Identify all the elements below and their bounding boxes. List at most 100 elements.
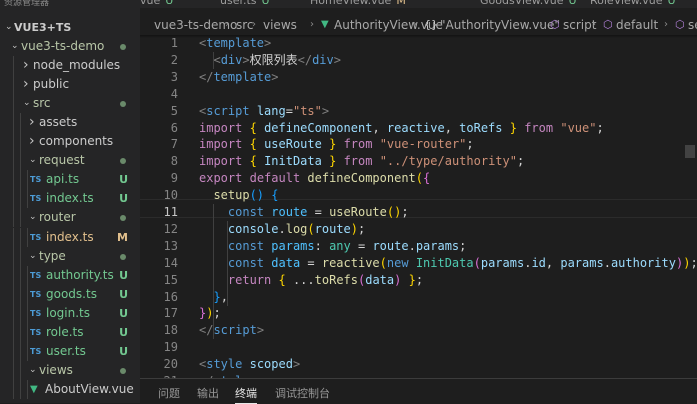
indent-guide [13, 227, 14, 247]
code-line[interactable]: const data = reactive(new InitData(param… [199, 255, 697, 272]
code-line[interactable]: import { defineComponent, reactive, toRe… [199, 120, 604, 137]
code-line[interactable]: const params: any = route.params; [199, 238, 467, 255]
code-token: InitData [415, 255, 474, 270]
tree-item-ts[interactable]: TS authority.ts U [0, 265, 140, 285]
breadcrumb-item[interactable]: setup [688, 15, 697, 35]
git-status-badge: U [119, 192, 128, 206]
code-token: any [329, 238, 351, 253]
tree-item-ts[interactable]: TS goods.ts U [0, 284, 140, 304]
tree-item-label: src [33, 96, 51, 111]
indent-guide [13, 189, 14, 209]
typescript-file-icon: TS [30, 270, 42, 280]
chevron-down-icon: ⌄ [29, 212, 37, 223]
chevron-right-icon: › [23, 57, 29, 74]
line-number: 7 [170, 137, 178, 152]
line-number: 19 [163, 340, 178, 355]
tree-item-folder-closed[interactable]: › public [0, 75, 140, 95]
tab-label: HomeView.vue [310, 0, 392, 7]
tree-item-folder-open[interactable]: ⌄ request [0, 151, 140, 171]
tree-item-ts[interactable]: TS api.ts U [0, 170, 140, 190]
code-editor[interactable]: 123456789101112131415161718192021 <templ… [140, 35, 697, 378]
code-token: > [242, 52, 250, 67]
indent-guide [20, 151, 21, 171]
code-line[interactable]: <div>权限列表</div> [199, 52, 341, 69]
editor-tab[interactable]: vue U [140, 0, 173, 8]
chevron-right-icon: › [413, 19, 417, 30]
tree-item-ts[interactable]: TS index.ts M [0, 227, 140, 247]
tree-item-label: index.ts [46, 191, 94, 206]
vue-file-icon: ▼ [30, 383, 38, 395]
tree-item-ts[interactable]: TS index.ts U [0, 189, 140, 209]
code-token: < [213, 52, 221, 67]
tree-item-ts[interactable]: TS role.ts U [0, 322, 140, 342]
code-token: ( [307, 221, 315, 236]
code-line[interactable]: import { useRoute } from "vue-router"; [199, 136, 474, 153]
tree-item-folder-closed[interactable]: › components [0, 132, 140, 152]
line-number: 13 [163, 238, 178, 253]
code-line[interactable]: export default defineComponent({ [199, 170, 430, 187]
code-token: > [256, 323, 265, 338]
scrollbar-thumb[interactable] [685, 145, 695, 158]
tree-item-folder-closed[interactable]: › node_modules [0, 56, 140, 76]
code-line[interactable]: }); [199, 305, 221, 322]
workspace-header[interactable]: ⌄ VUE3+TS [0, 18, 140, 37]
indent-guide [20, 303, 21, 323]
line-number: 11 [163, 205, 178, 219]
code-line[interactable]: const route = useRoute(); [199, 204, 409, 221]
code-line[interactable]: <style scoped> [199, 356, 300, 373]
panel-tab[interactable]: 终端 [235, 385, 257, 404]
tree-item-folder-open[interactable]: ⌄ type [0, 246, 140, 266]
code-line[interactable]: <script lang="ts"> [199, 103, 329, 120]
typescript-file-icon: TS [30, 327, 42, 337]
line-number: 18 [163, 323, 178, 338]
tree-item-ts[interactable]: TS login.ts U [0, 303, 140, 323]
code-token: ; [690, 255, 697, 270]
indent-guide [20, 170, 21, 190]
tree-item-folder-open[interactable]: ⌄ router [0, 208, 140, 228]
tree-item-label: views [39, 362, 73, 377]
breadcrumb-item[interactable]: src [236, 15, 254, 35]
tree-item-label: user.ts [46, 343, 86, 358]
editor-tab[interactable]: GoodsView.vue U [480, 0, 577, 8]
tree-item-ts[interactable]: TS user.ts U [0, 341, 140, 361]
code-line[interactable]: </template> [199, 69, 278, 86]
tree-item-folder-open[interactable]: ⌄ src [0, 94, 140, 114]
tree-item-folder-closed[interactable]: › assets [0, 113, 140, 133]
code-token: export [199, 171, 243, 186]
git-status-badge: U [119, 344, 128, 358]
git-status-dot [120, 44, 126, 50]
editor-tab[interactable]: user.ts U [220, 0, 270, 8]
breadcrumb-shadow [140, 35, 697, 38]
tab-status-badge: U [568, 0, 577, 7]
workspace-title: VUE3+TS [14, 21, 72, 34]
panel-tab[interactable]: 输出 [197, 385, 219, 401]
panel-tab[interactable]: 调试控制台 [275, 385, 330, 401]
panel-tab[interactable]: 问题 [158, 385, 180, 401]
git-status-dot [120, 367, 126, 374]
tree-item-label: components [39, 134, 114, 149]
code-token: > [264, 36, 272, 50]
editor-tab[interactable]: HomeView.vue M [310, 0, 406, 8]
indent-guide [20, 189, 21, 209]
indent-guide [27, 341, 28, 361]
code-line[interactable]: return { ...toRefs(data) }; [199, 272, 423, 289]
editor-tab[interactable]: RoleView.vue U [590, 0, 676, 8]
tree-item-folder-open[interactable]: ⌄ vue3-ts-demo [0, 37, 140, 56]
line-number: 20 [163, 357, 178, 372]
tab-label: RoleView.vue [590, 0, 663, 7]
breadcrumb-item[interactable]: default [616, 15, 658, 35]
code-line[interactable]: console.log(route); [199, 221, 365, 238]
indent-guide [20, 208, 21, 228]
tree-item-folder-open[interactable]: ⌄ views [0, 360, 140, 380]
code-token: new [386, 255, 409, 270]
chevron-down-icon: ⌄ [29, 250, 37, 261]
code-line[interactable]: setup() { [199, 187, 278, 204]
code-line[interactable]: </script> [199, 322, 264, 339]
tree-item-vue[interactable]: ▼ AboutView.vue [0, 379, 140, 399]
breadcrumb-item[interactable]: views [263, 15, 297, 35]
code-token: } [408, 272, 416, 287]
code-line[interactable]: import { InitData } from "../type/author… [199, 153, 524, 170]
